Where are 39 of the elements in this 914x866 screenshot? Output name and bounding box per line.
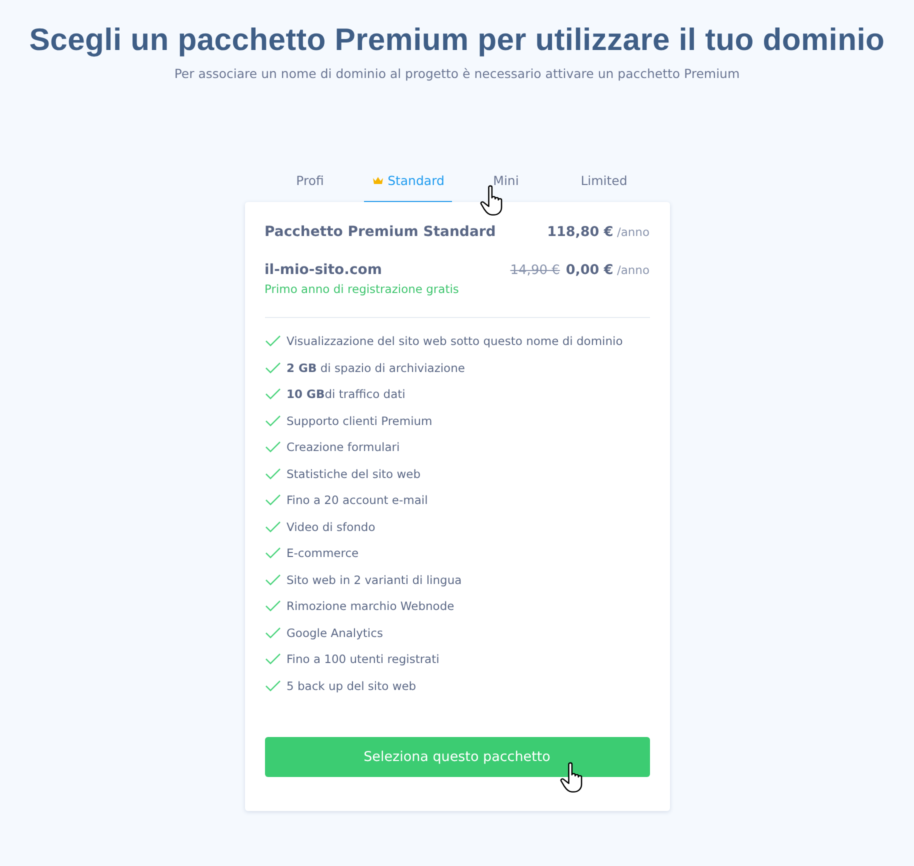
check-icon (264, 520, 280, 533)
feature-text: Creazione formulari (286, 440, 400, 454)
check-icon (264, 362, 280, 374)
check-icon (264, 414, 280, 427)
check-icon (264, 441, 280, 454)
domain-price: 0,00 € /anno (566, 262, 650, 278)
feature-text: Sito web in 2 varianti di lingua (286, 572, 462, 587)
page-title: Scegli un pacchetto Premium per utilizzare il tuo dominio (29, 22, 885, 58)
check-icon (264, 494, 280, 506)
package-name: Pacchetto Premium Standard (264, 224, 496, 240)
domain-note: Primo anno di registrazione gratis (264, 282, 459, 296)
feature-text: 10 GBdi traffico dati (286, 387, 406, 402)
feature-text: Statistiche del sito web (286, 466, 420, 481)
plan-tab[interactable]: Profi (266, 173, 354, 202)
feature-text: Fino a 20 account e-mail (286, 493, 428, 508)
package-price: 118,80 € /anno (547, 224, 650, 240)
check-icon (264, 653, 280, 666)
feature-text: Visualizzazione del sito web sotto questo nome di dominio (286, 334, 623, 348)
feature-text: E-commerce (286, 546, 359, 560)
check-icon (264, 626, 280, 639)
feature-text: Video di sfondo (286, 520, 376, 534)
feature-text: 2 GB di spazio di archiviazione (286, 360, 465, 375)
feature-text: Supporto clienti Premium (286, 414, 432, 428)
check-icon (264, 680, 280, 692)
domain-name: il-mio-sito.com (264, 262, 383, 278)
check-icon (264, 547, 280, 560)
check-icon (264, 468, 280, 480)
check-icon (264, 574, 280, 586)
feature-text: 5 back up del sito web (286, 678, 416, 693)
feature-text: Google Analytics (286, 626, 383, 640)
feature-text: Fino a 100 utenti registrati (286, 652, 440, 666)
check-icon (264, 388, 280, 400)
old-price: 14,90 € (510, 263, 560, 278)
plan-tab[interactable]: Limited (560, 173, 648, 202)
feature-text: Rimozione marchio Webnode (286, 599, 454, 614)
check-icon (264, 335, 280, 348)
plan-tab[interactable]: Mini (462, 173, 550, 202)
page-subtitle: Per associare un nome di dominio al progetto è necessario attivare un pacchetto Premium (174, 66, 740, 81)
check-icon (264, 600, 280, 612)
